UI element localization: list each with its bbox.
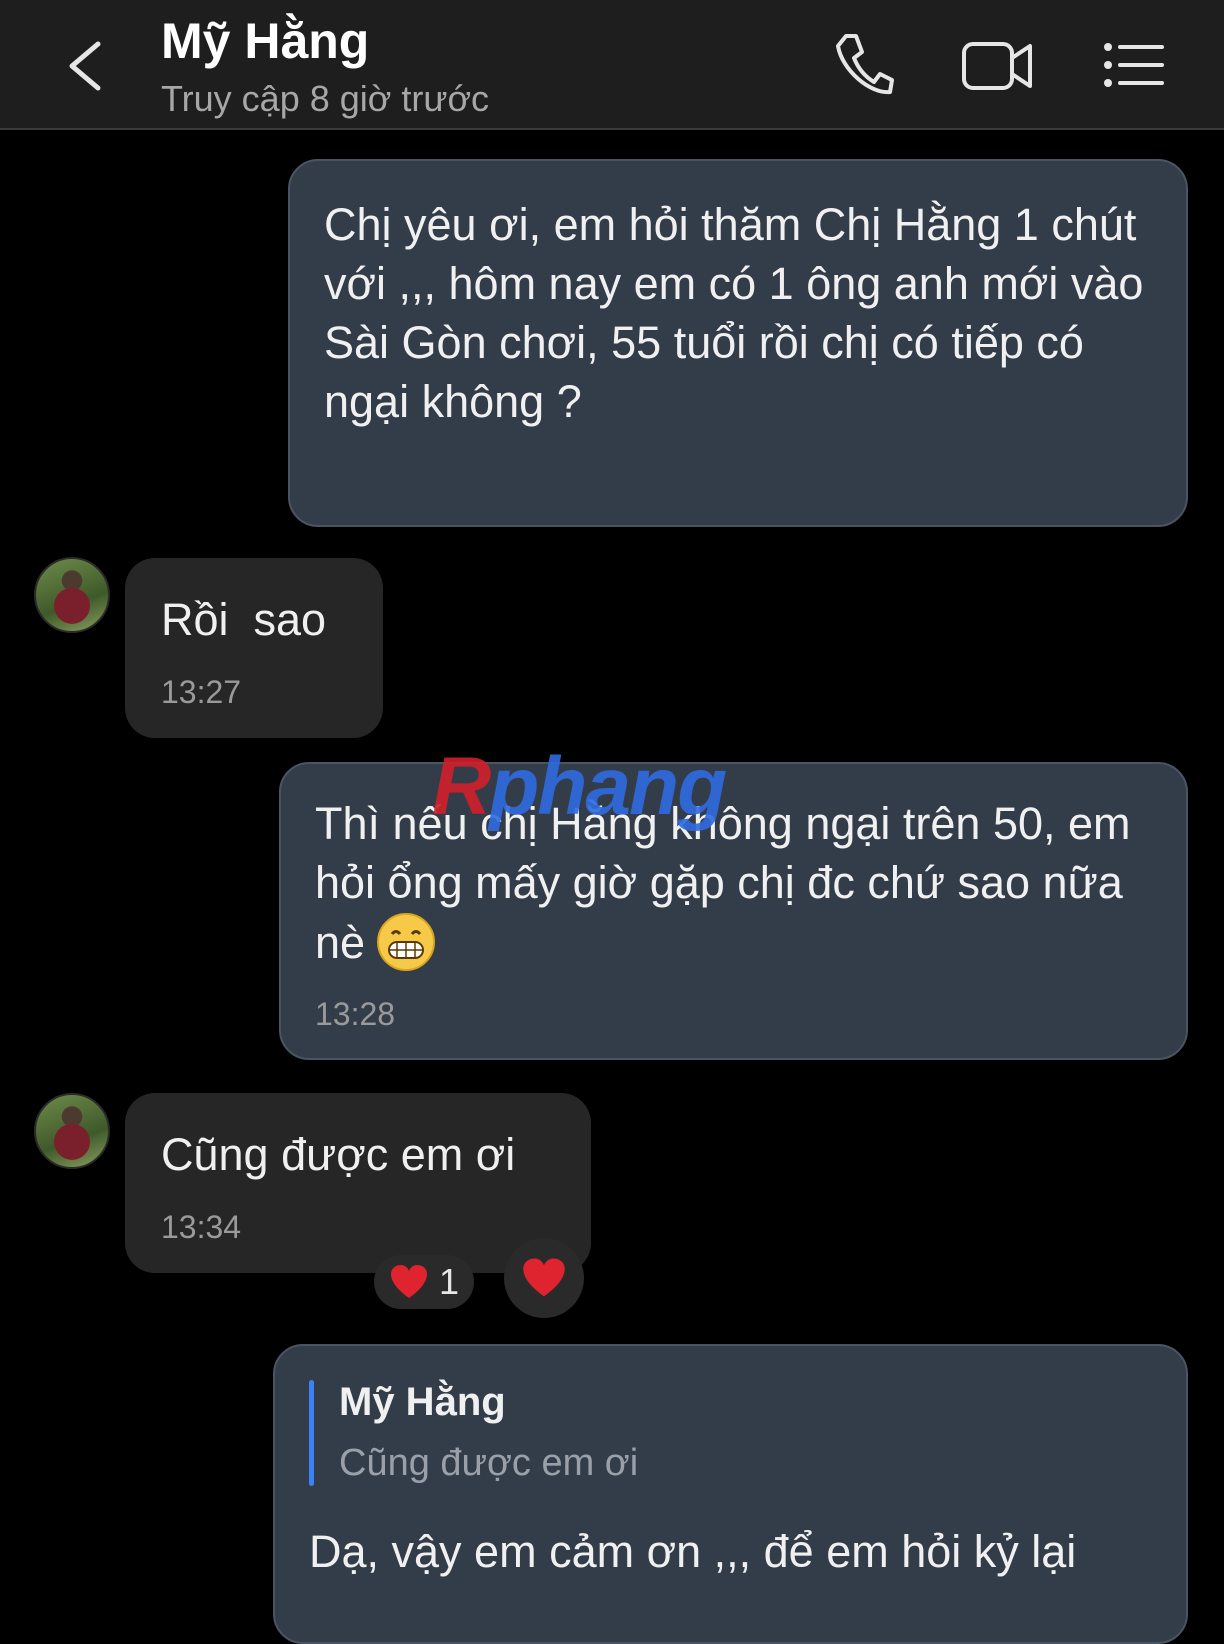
message-text: Dạ, vậy em cảm ơn ,,, để em hỏi kỷ lại [309, 1526, 1077, 1577]
heart-icon [523, 1258, 565, 1297]
heart-icon [390, 1265, 427, 1298]
message-bubble-outgoing[interactable]: Thì nếu chị Hằng không ngại trên 50, em … [279, 762, 1188, 1060]
contact-avatar[interactable] [34, 557, 110, 633]
contact-name[interactable]: Mỹ Hằng [161, 12, 369, 70]
reaction-count: 1 [438, 1261, 460, 1302]
reply-quote-text[interactable]: Cũng được em ơi [339, 1442, 638, 1485]
message-bubble-outgoing[interactable]: Chị yêu ơi, em hỏi thăm Chị Hằng 1 chút … [288, 159, 1188, 527]
back-chevron-icon[interactable] [60, 36, 110, 96]
video-call-icon[interactable] [960, 30, 1036, 100]
message-text: Chị yêu ơi, em hỏi thăm Chị Hằng 1 chút … [324, 199, 1144, 427]
reaction-summary[interactable]: 1 [374, 1255, 474, 1309]
menu-list-icon[interactable] [1102, 30, 1164, 100]
message-bubble-incoming[interactable]: Rồi sao 13:27 [125, 558, 383, 738]
react-heart-button[interactable] [504, 1238, 584, 1318]
message-text: Rồi sao [161, 594, 327, 645]
message-time: 13:28 [315, 996, 396, 1032]
message-time: 13:34 [161, 1209, 242, 1245]
message-bubble-outgoing[interactable]: Mỹ Hằng Cũng được em ơi Dạ, vậy em cảm ơ… [273, 1344, 1188, 1644]
watermark-logo: Rphang [432, 741, 727, 832]
contact-avatar[interactable] [34, 1093, 110, 1169]
message-text: Cũng được em ơi [161, 1129, 516, 1180]
grin-emoji-icon [376, 913, 435, 971]
reply-quote-bar [309, 1380, 314, 1486]
last-seen-status: Truy cập 8 giờ trước [161, 78, 490, 119]
reply-quote-author[interactable]: Mỹ Hằng [339, 1380, 506, 1425]
chat-header: Mỹ Hằng Truy cập 8 giờ trước [0, 0, 1224, 130]
phone-icon[interactable] [832, 30, 894, 100]
message-time: 13:27 [161, 674, 242, 710]
